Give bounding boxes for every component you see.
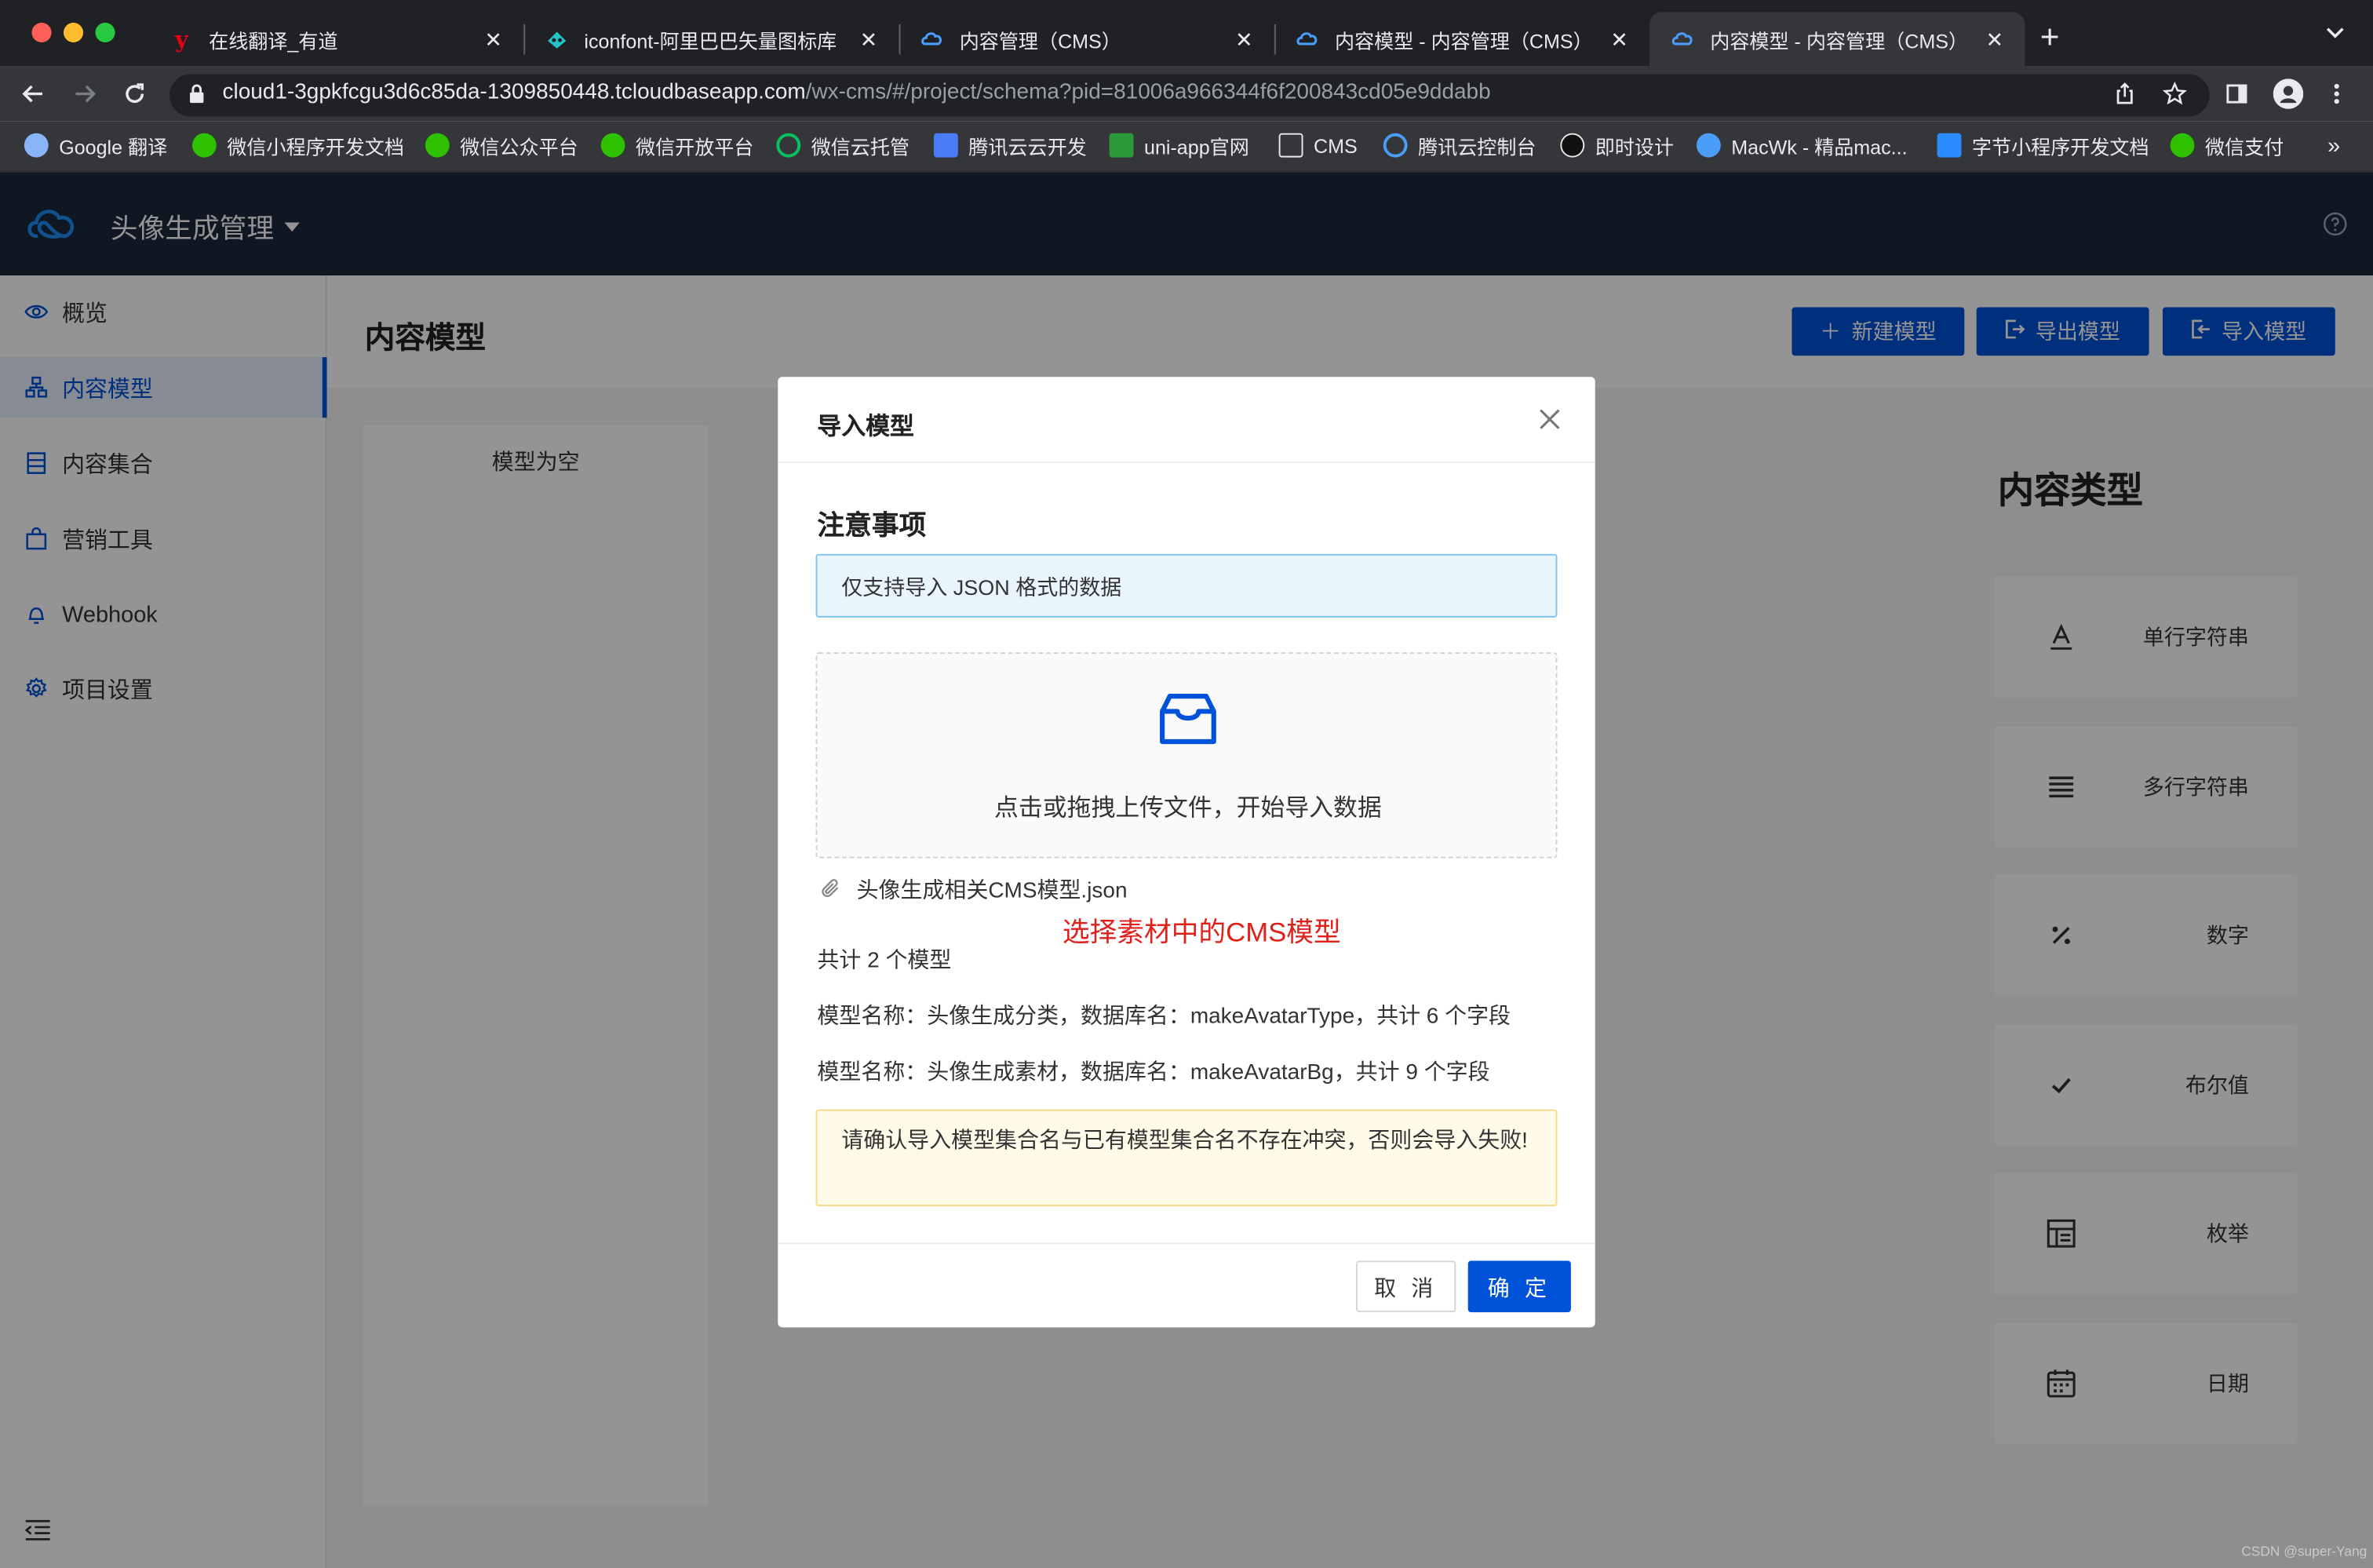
close-tab-icon[interactable]: ✕ xyxy=(1232,27,1256,53)
browser-tab-active[interactable]: 内容模型 - 内容管理（CMS） ✕ xyxy=(1649,12,2025,67)
cloudbase-icon xyxy=(1671,27,1695,52)
minimize-window-button[interactable] xyxy=(63,22,84,42)
wechat-icon xyxy=(425,133,450,158)
watermark: CSDN @super-Yang xyxy=(2241,1544,2368,1559)
dialog-header: 导入模型 xyxy=(778,377,1595,464)
info-alert: 仅支持导入 JSON 格式的数据 xyxy=(815,553,1558,618)
youdao-icon: y xyxy=(175,25,188,53)
lock-icon[interactable] xyxy=(179,75,215,111)
bookmark-item[interactable]: 即时设计 xyxy=(1560,130,1674,161)
bookmark-item[interactable]: 腾讯云控制台 xyxy=(1383,130,1536,161)
close-tab-icon[interactable]: ✕ xyxy=(857,27,881,53)
wechat-icon xyxy=(191,133,217,158)
bytedance-icon xyxy=(1937,133,1962,158)
browser-tab[interactable]: y 在线翻译_有道 ✕ xyxy=(148,12,523,66)
inbox-icon xyxy=(1156,687,1219,751)
folder-icon xyxy=(1278,133,1303,158)
maximize-window-button[interactable] xyxy=(95,22,115,42)
model-count: 共计 2 个模型 xyxy=(817,949,952,974)
back-icon[interactable] xyxy=(15,75,51,111)
wechat-cloud-icon xyxy=(776,133,801,158)
macwk-icon xyxy=(1696,133,1721,158)
close-tab-icon[interactable]: ✕ xyxy=(1982,27,2007,53)
bookmark-item[interactable]: uni-app官网 xyxy=(1109,130,1249,161)
tab-title: 在线翻译_有道 xyxy=(209,29,338,53)
wechat-pay-icon xyxy=(2170,133,2195,158)
model-summary-line: 模型名称：头像生成分类，数据库名：makeAvatarType，共计 6 个字段 xyxy=(817,1005,1511,1030)
dialog-title: 导入模型 xyxy=(817,414,914,441)
browser-tab[interactable]: 内容模型 - 内容管理（CMS） ✕ xyxy=(1274,12,1649,66)
url-text[interactable]: cloud1-3gpkfcgu3d6c85da-1309850448.tclou… xyxy=(222,80,1490,104)
bookmark-item[interactable]: CMS xyxy=(1278,130,1358,161)
bookmark-item[interactable]: MacWk - 精品mac... xyxy=(1696,130,1908,161)
cloudbase-icon xyxy=(1296,27,1320,52)
annotation-text: 选择素材中的CMS模型 xyxy=(1062,917,1341,948)
confirm-button[interactable]: 确 定 xyxy=(1467,1260,1571,1313)
jishi-icon xyxy=(1560,133,1585,158)
iconfont-icon xyxy=(545,27,569,52)
close-window-button[interactable] xyxy=(31,22,52,42)
bookmark-item[interactable]: 微信云托管 xyxy=(776,130,909,161)
screen: y 在线翻译_有道 ✕ iconfont-阿里巴巴矢量图标库 ✕ 内容管理（CM… xyxy=(0,0,2373,1568)
profile-avatar[interactable] xyxy=(2270,75,2306,111)
bookmark-item[interactable]: 微信支付 xyxy=(2170,130,2284,161)
bookmark-item[interactable]: 微信公众平台 xyxy=(425,130,578,161)
forward-icon[interactable] xyxy=(67,75,103,111)
uniapp-icon xyxy=(1109,133,1134,158)
bookmarks-overflow-button[interactable]: » xyxy=(2327,130,2340,161)
bookmark-item[interactable]: 字节小程序开发文档 xyxy=(1937,130,2149,161)
wechat-icon xyxy=(600,133,625,158)
new-tab-button[interactable]: + xyxy=(2040,20,2060,54)
tab-search-icon[interactable] xyxy=(2324,21,2346,47)
url-path: /wx-cms/#/project/schema?pid=81006a96634… xyxy=(805,80,1491,105)
side-panel-icon[interactable] xyxy=(2218,75,2255,111)
bookmark-item[interactable]: 微信小程序开发文档 xyxy=(191,130,404,161)
bookmark-item[interactable]: 微信开放平台 xyxy=(600,130,753,161)
tab-title: 内容管理（CMS） xyxy=(959,29,1121,53)
model-summary-line: 模型名称：头像生成素材，数据库名：makeAvatarBg，共计 9 个字段 xyxy=(817,1060,1490,1085)
bookmark-star-icon[interactable] xyxy=(2156,75,2193,111)
notice-title: 注意事项 xyxy=(817,509,927,541)
warning-alert: 请确认导入模型集合名与已有模型集合名不存在冲突，否则会导入失败! xyxy=(815,1109,1558,1207)
tab-title: 内容模型 - 内容管理（CMS） xyxy=(1334,29,1593,53)
close-tab-icon[interactable]: ✕ xyxy=(481,27,505,53)
upload-hint: 点击或拖拽上传文件，开始导入数据 xyxy=(994,796,1382,822)
share-icon[interactable] xyxy=(2107,75,2143,111)
url-host: cloud1-3gpkfcgu3d6c85da-1309850448.tclou… xyxy=(222,80,806,105)
tab-title: iconfont-阿里巴巴矢量图标库 xyxy=(584,29,837,53)
import-model-dialog: 导入模型 注意事项 仅支持导入 JSON 格式的数据 点击或拖拽上传文件，开始导… xyxy=(778,377,1595,1328)
uploaded-file[interactable]: 头像生成相关CMS模型.json xyxy=(820,873,1128,904)
cloudbase-icon xyxy=(920,27,945,52)
bookmark-item[interactable]: Google 翻译 xyxy=(24,130,167,161)
cancel-button[interactable]: 取 消 xyxy=(1355,1260,1456,1313)
menu-dots-icon[interactable] xyxy=(2319,75,2355,111)
tencent-cloud-dev-icon xyxy=(933,133,958,158)
reload-icon[interactable] xyxy=(116,75,152,111)
file-name: 头像生成相关CMS模型.json xyxy=(856,878,1128,903)
tencent-cloud-icon xyxy=(1383,133,1408,158)
close-tab-icon[interactable]: ✕ xyxy=(1607,27,1631,53)
browser-tab[interactable]: 内容管理（CMS） ✕ xyxy=(899,12,1274,66)
paperclip-icon xyxy=(820,878,841,899)
close-icon[interactable] xyxy=(1535,404,1566,435)
tab-title: 内容模型 - 内容管理（CMS） xyxy=(1710,29,1969,53)
browser-tab[interactable]: iconfont-阿里巴巴矢量图标库 ✕ xyxy=(523,12,899,66)
upload-dropzone[interactable]: 点击或拖拽上传文件，开始导入数据 xyxy=(815,652,1558,859)
bookmark-item[interactable]: 腾讯云云开发 xyxy=(933,130,1087,161)
google-translate-icon xyxy=(24,133,49,158)
